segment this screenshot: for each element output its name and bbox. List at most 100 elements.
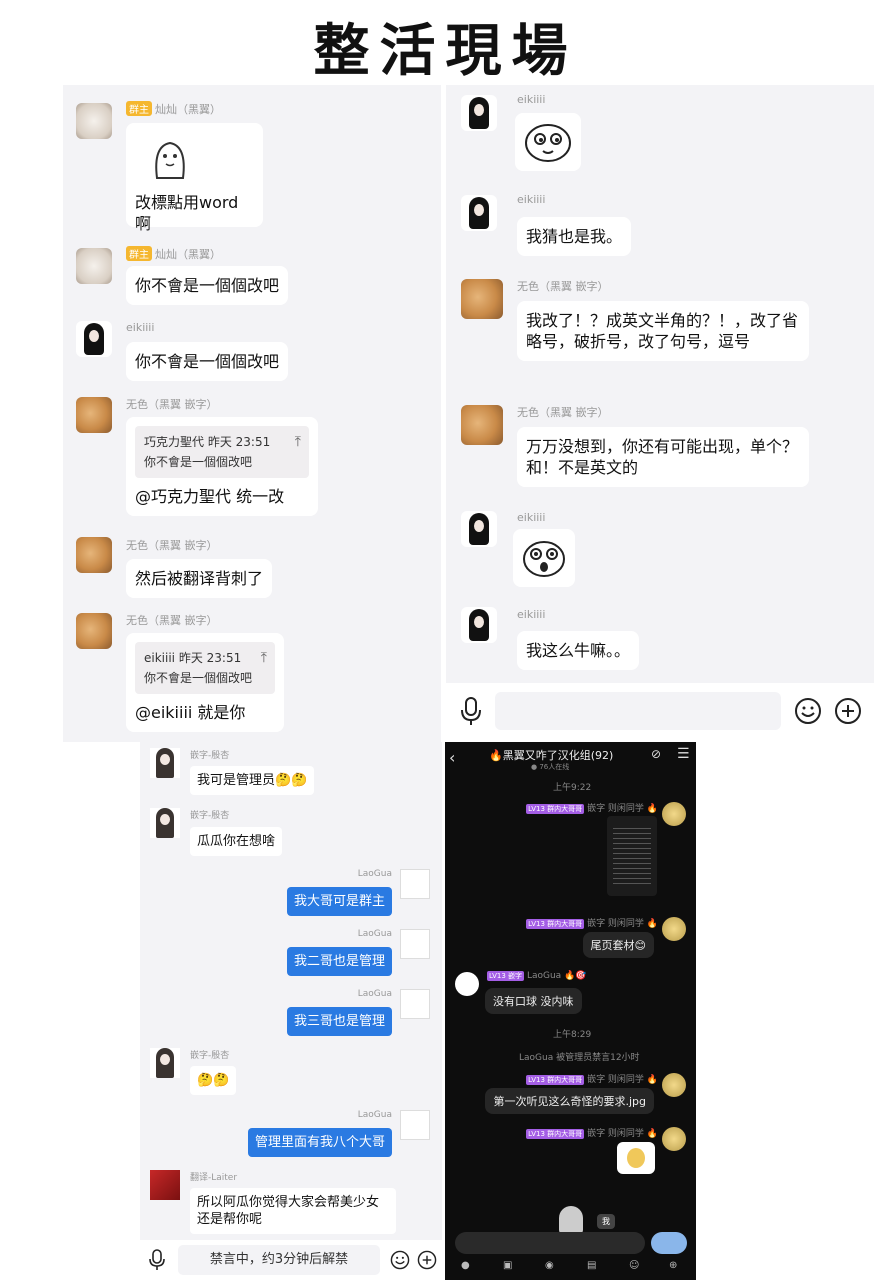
avatar[interactable] xyxy=(76,397,112,433)
sender-name: LaoGua xyxy=(357,929,392,939)
message-bubble[interactable]: 巧克力聖代 昨天 23:51 你不會是一個個改吧 ⤒ @巧克力聖代 统一改 xyxy=(126,417,318,516)
avatar[interactable] xyxy=(461,279,503,319)
message-bubble[interactable]: 尾页套材😊 xyxy=(582,932,654,958)
message-bubble-mine[interactable]: 我大哥可是群主 xyxy=(286,887,392,916)
plus-icon[interactable]: ⊕ xyxy=(669,1260,677,1271)
plus-icon[interactable] xyxy=(834,697,862,725)
avatar[interactable] xyxy=(461,511,497,547)
avatar[interactable] xyxy=(662,802,686,826)
avatar[interactable] xyxy=(662,1073,686,1097)
sender-name: eikiiii xyxy=(517,608,546,621)
avatar[interactable] xyxy=(400,869,430,899)
quoted-message[interactable]: 巧克力聖代 昨天 23:51 你不會是一個個改吧 ⤒ xyxy=(135,426,309,478)
sender-line: LV13 群内大哥哥 嵌字 则闲同学 🔥 xyxy=(526,804,658,814)
sender-name: 无色（黑翼 嵌字） xyxy=(126,398,218,411)
avatar[interactable] xyxy=(150,748,180,778)
message-bubble[interactable]: 我这么牛嘛。。 xyxy=(517,631,640,670)
timestamp: 上午9:22 xyxy=(553,783,592,793)
avatar[interactable] xyxy=(461,607,497,643)
emoji-icon[interactable] xyxy=(794,697,822,725)
muted-input-field[interactable]: 禁言中，约3分钟后解禁 xyxy=(178,1245,380,1275)
message-bubble[interactable]: eikiiii 昨天 23:51 你不會是一個個改吧 ⤒ @eikiiii 就是… xyxy=(126,633,284,732)
message-bubble[interactable]: 万万没想到，你还有可能出现，单个？和！不是英文的 xyxy=(517,427,809,487)
message-bubble[interactable]: 没有口球 没内味 xyxy=(485,988,582,1014)
avatar[interactable] xyxy=(461,95,497,131)
message-text: @eikiiii 就是你 xyxy=(135,703,246,722)
emoji-icon[interactable] xyxy=(390,1250,410,1270)
menu-icon[interactable]: ☰ xyxy=(677,746,690,762)
message-bubble-mine[interactable]: 我二哥也是管理 xyxy=(286,947,392,976)
sender-name: 嵌字-殷杏 xyxy=(190,811,230,821)
sender-name: 无色（黑翼 嵌字） xyxy=(517,280,609,293)
avatar[interactable] xyxy=(461,405,503,445)
group-title[interactable]: 🔥黑翼又咋了汉化组(92) xyxy=(489,747,629,763)
sticker-face-icon xyxy=(525,124,571,162)
camera-icon[interactable]: ◉ xyxy=(545,1260,554,1271)
avatar[interactable] xyxy=(76,248,112,284)
message-bubble-mine[interactable]: 我三哥也是管理 xyxy=(286,1007,392,1036)
message-input[interactable] xyxy=(455,1232,645,1254)
message-bubble[interactable]: 第一次听见这么奇怪的要求.jpg xyxy=(485,1088,654,1114)
voice-icon[interactable]: ● xyxy=(461,1260,470,1271)
sender-name: 群主 灿灿（黑翼） xyxy=(126,101,221,117)
owner-badge: 群主 xyxy=(126,246,152,261)
sticker-message[interactable] xyxy=(513,529,575,587)
toolbar: ● ▣ ◉ ▤ ☺ ⊕ xyxy=(445,1258,696,1278)
jump-to-top-icon[interactable]: ⤒ xyxy=(261,648,267,668)
avatar[interactable] xyxy=(662,917,686,941)
avatar[interactable] xyxy=(76,321,112,357)
jump-to-top-icon[interactable]: ⤒ xyxy=(295,432,301,452)
avatar[interactable] xyxy=(455,972,479,996)
avatar[interactable] xyxy=(76,103,112,139)
avatar[interactable] xyxy=(150,808,180,838)
sticker-message[interactable] xyxy=(515,113,581,171)
quoted-message[interactable]: eikiiii 昨天 23:51 你不會是一個個改吧 ⤒ xyxy=(135,642,275,694)
avatar[interactable] xyxy=(662,1127,686,1151)
message-bubble[interactable]: 你不會是一個個改吧 xyxy=(126,266,289,305)
message-bubble[interactable]: 改標點用word 啊 xyxy=(126,123,263,233)
plus-icon[interactable] xyxy=(417,1250,437,1270)
online-count: ● 76人在线 xyxy=(531,763,570,771)
emoji-icon[interactable]: ☺ xyxy=(629,1260,639,1271)
gift-icon[interactable]: ▤ xyxy=(587,1260,596,1271)
timestamp: 上午8:29 xyxy=(553,1030,592,1040)
message-bubble[interactable]: 瓜瓜你在想啥 xyxy=(190,827,283,856)
avatar[interactable] xyxy=(150,1048,180,1078)
quote-header: 巧克力聖代 昨天 23:51 xyxy=(144,435,271,449)
message-bubble[interactable]: 所以阿瓜你觉得大家会帮美少女还是帮你呢 xyxy=(190,1188,396,1234)
sender-name: 无色（黑翼 嵌字） xyxy=(126,614,218,627)
voice-icon[interactable] xyxy=(148,1249,166,1271)
sticker-message[interactable] xyxy=(617,1142,655,1174)
sender-name: eikiiii xyxy=(517,93,546,106)
sender-name: LaoGua xyxy=(357,869,392,879)
sticker-label: 我 xyxy=(597,1214,615,1229)
avatar[interactable] xyxy=(150,1170,180,1200)
message-bubble[interactable]: 我可是管理员🤔🤔 xyxy=(190,766,315,795)
send-button[interactable] xyxy=(651,1232,687,1254)
screenshot-message[interactable] xyxy=(607,816,657,896)
sender-line: LV13 群内大哥哥 嵌字 则闲同学 🔥 xyxy=(526,1129,658,1139)
avatar[interactable] xyxy=(461,195,497,231)
message-bubble[interactable]: 然后被翻译背刺了 xyxy=(126,559,273,598)
sender-name: 翻译-Laiter xyxy=(190,1173,238,1183)
message-bubble[interactable]: 🤔🤔 xyxy=(190,1066,237,1095)
voice-icon[interactable] xyxy=(458,696,484,726)
avatar[interactable] xyxy=(76,613,112,649)
message-bubble[interactable]: 我改了！？成英文半角的？！，改了省略号，破折号，改了句号，逗号 xyxy=(517,301,809,361)
call-icon[interactable]: ⊘ xyxy=(651,747,661,761)
sender-name: 群主 灿灿（黑翼） xyxy=(126,246,221,262)
back-icon[interactable]: ‹ xyxy=(449,748,455,767)
image-icon[interactable]: ▣ xyxy=(503,1260,512,1271)
owner-badge: 群主 xyxy=(126,101,152,116)
bottom-character-icon xyxy=(559,1206,583,1234)
avatar[interactable] xyxy=(400,929,430,959)
message-bubble-mine[interactable]: 管理里面有我八个大哥 xyxy=(247,1128,392,1157)
message-bubble[interactable]: 我猜也是我。 xyxy=(517,217,632,256)
page-title: 整活現場 xyxy=(313,18,578,84)
message-text: @巧克力聖代 统一改 xyxy=(135,487,285,506)
avatar[interactable] xyxy=(400,1110,430,1140)
message-input[interactable] xyxy=(495,692,781,730)
avatar[interactable] xyxy=(76,537,112,573)
avatar[interactable] xyxy=(400,989,430,1019)
message-bubble[interactable]: 你不會是一個個改吧 xyxy=(126,342,289,381)
